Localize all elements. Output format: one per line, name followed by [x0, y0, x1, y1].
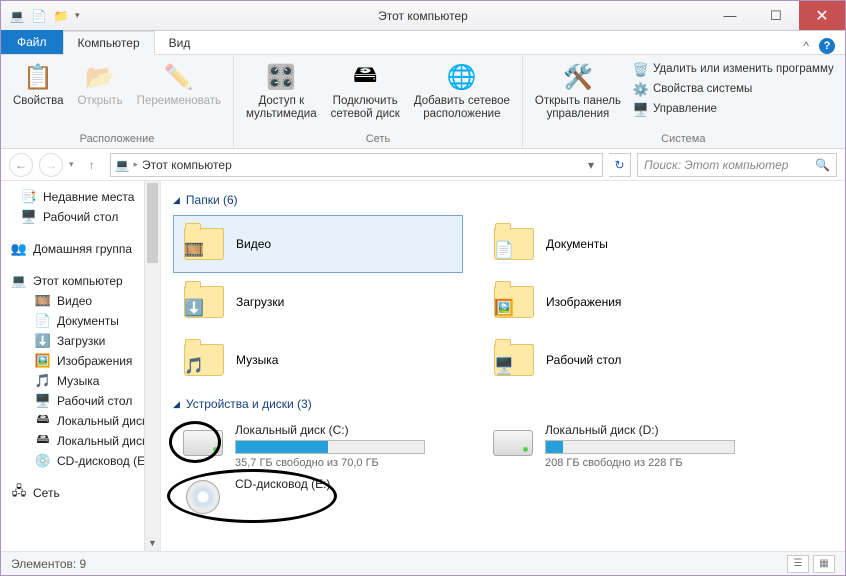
- control-panel-button[interactable]: 🛠️Открыть панель управления: [531, 59, 625, 123]
- back-button[interactable]: ←: [9, 153, 33, 177]
- group-network-label: Сеть: [366, 131, 390, 148]
- sidebar-item-cd[interactable]: 💿CD-дисковод (E:: [1, 451, 160, 471]
- sidebar-item-documents[interactable]: 📄Документы: [1, 311, 160, 331]
- drive-d[interactable]: Локальный диск (D:) 208 ГБ свободно из 2…: [483, 419, 773, 473]
- folder-video[interactable]: 🎞️Видео: [173, 215, 463, 273]
- view-tiles-button[interactable]: ▦: [813, 555, 835, 573]
- forward-button[interactable]: →: [39, 153, 63, 177]
- drive-e[interactable]: CD-дисковод (E:): [173, 473, 463, 521]
- status-bar: Элементов: 9 ☰ ▦: [1, 551, 845, 575]
- sidebar-item-desktop[interactable]: 🖥️Рабочий стол: [1, 207, 160, 227]
- help-icon[interactable]: ?: [819, 38, 835, 54]
- sidebar-item-homegroup[interactable]: 👥Домашняя группа: [1, 239, 160, 259]
- sidebar: 📑Недавние места 🖥️Рабочий стол 👥Домашняя…: [1, 181, 161, 551]
- sidebar-item-thispc[interactable]: 💻Этот компьютер: [1, 271, 160, 291]
- section-folders-header[interactable]: ◢Папки (6): [173, 193, 833, 207]
- search-input[interactable]: Поиск: Этот компьютер 🔍: [637, 153, 837, 177]
- section-devices-header[interactable]: ◢Устройства и диски (3): [173, 397, 833, 411]
- tab-view[interactable]: Вид: [155, 32, 205, 54]
- group-location-label: Расположение: [80, 131, 155, 148]
- rename-button[interactable]: ✏️Переименовать: [133, 59, 225, 110]
- folder-music[interactable]: 🎵Музыка: [173, 331, 463, 389]
- breadcrumb-segment[interactable]: Этот компьютер: [142, 158, 232, 172]
- search-placeholder: Поиск: Этот компьютер: [644, 158, 788, 172]
- up-button[interactable]: ↑: [80, 153, 104, 177]
- main-content: ◢Папки (6) 🎞️Видео 📄Документы ⬇️Загрузки…: [161, 181, 845, 551]
- tab-file[interactable]: Файл: [1, 30, 63, 54]
- sidebar-item-pictures[interactable]: 🖼️Изображения: [1, 351, 160, 371]
- view-details-button[interactable]: ☰: [787, 555, 809, 573]
- qat-newfolder-icon[interactable]: 📁: [53, 8, 69, 24]
- drive-c[interactable]: Локальный диск (C:) 35,7 ГБ свободно из …: [173, 419, 463, 473]
- map-network-drive-button[interactable]: 🖴Подключить сетевой диск: [327, 59, 404, 123]
- minimize-button[interactable]: —: [707, 1, 753, 30]
- computer-icon: 💻: [115, 158, 130, 172]
- history-dropdown-icon[interactable]: ▾: [69, 159, 74, 170]
- sidebar-item-video[interactable]: 🎞️Видео: [1, 291, 160, 311]
- address-dropdown-icon[interactable]: ▾: [584, 158, 598, 172]
- uninstall-button[interactable]: 🗑️Удалить или изменить программу: [631, 61, 836, 79]
- add-network-location-button[interactable]: 🌐Добавить сетевое расположение: [410, 59, 514, 123]
- system-properties-button[interactable]: ⚙️Свойства системы: [631, 81, 836, 99]
- folder-downloads[interactable]: ⬇️Загрузки: [173, 273, 463, 331]
- open-button[interactable]: 📂Открыть: [74, 59, 127, 110]
- app-icon: 💻: [9, 8, 25, 24]
- navbar: ← → ▾ ↑ 💻 ▸ Этот компьютер ▾ ↻ Поиск: Эт…: [1, 149, 845, 181]
- sidebar-item-locald[interactable]: 🖴Локальный диск: [1, 431, 160, 451]
- sidebar-item-localc[interactable]: 🖴Локальный диск: [1, 411, 160, 431]
- scroll-thumb[interactable]: [147, 183, 158, 263]
- sidebar-scrollbar[interactable]: ▲ ▼: [144, 181, 160, 551]
- manage-button[interactable]: 🖥️Управление: [631, 101, 836, 119]
- sidebar-item-network[interactable]: 🖧Сеть: [1, 483, 160, 503]
- sidebar-item-desktop2[interactable]: 🖥️Рабочий стол: [1, 391, 160, 411]
- scroll-down-icon[interactable]: ▼: [145, 535, 160, 551]
- sidebar-item-downloads[interactable]: ⬇️Загрузки: [1, 331, 160, 351]
- ribbon-tabs: Файл Компьютер Вид ^ ?: [1, 31, 845, 55]
- ribbon: 📋Свойства 📂Открыть ✏️Переименовать Распо…: [1, 55, 845, 149]
- sidebar-item-music[interactable]: 🎵Музыка: [1, 371, 160, 391]
- folder-documents[interactable]: 📄Документы: [483, 215, 773, 273]
- properties-button[interactable]: 📋Свойства: [9, 59, 68, 110]
- search-icon[interactable]: 🔍: [815, 158, 830, 172]
- sidebar-item-recent[interactable]: 📑Недавние места: [1, 187, 160, 207]
- folder-desktop[interactable]: 🖥️Рабочий стол: [483, 331, 773, 389]
- ribbon-collapse-icon[interactable]: ^: [803, 39, 809, 53]
- maximize-button[interactable]: ☐: [753, 1, 799, 30]
- close-button[interactable]: ✕: [799, 1, 845, 30]
- address-bar[interactable]: 💻 ▸ Этот компьютер ▾: [110, 153, 603, 177]
- titlebar: 💻 📄 📁 ▾ Этот компьютер — ☐ ✕: [1, 1, 845, 31]
- folder-pictures[interactable]: 🖼️Изображения: [483, 273, 773, 331]
- qat-dropdown-icon[interactable]: ▾: [75, 10, 80, 21]
- media-access-button[interactable]: 🎛️Доступ к мультимедиа: [242, 59, 321, 123]
- status-item-count: Элементов: 9: [11, 557, 86, 571]
- tab-computer[interactable]: Компьютер: [63, 31, 155, 55]
- group-system-label: Система: [661, 131, 705, 148]
- qat-properties-icon[interactable]: 📄: [31, 8, 47, 24]
- refresh-button[interactable]: ↻: [609, 153, 631, 177]
